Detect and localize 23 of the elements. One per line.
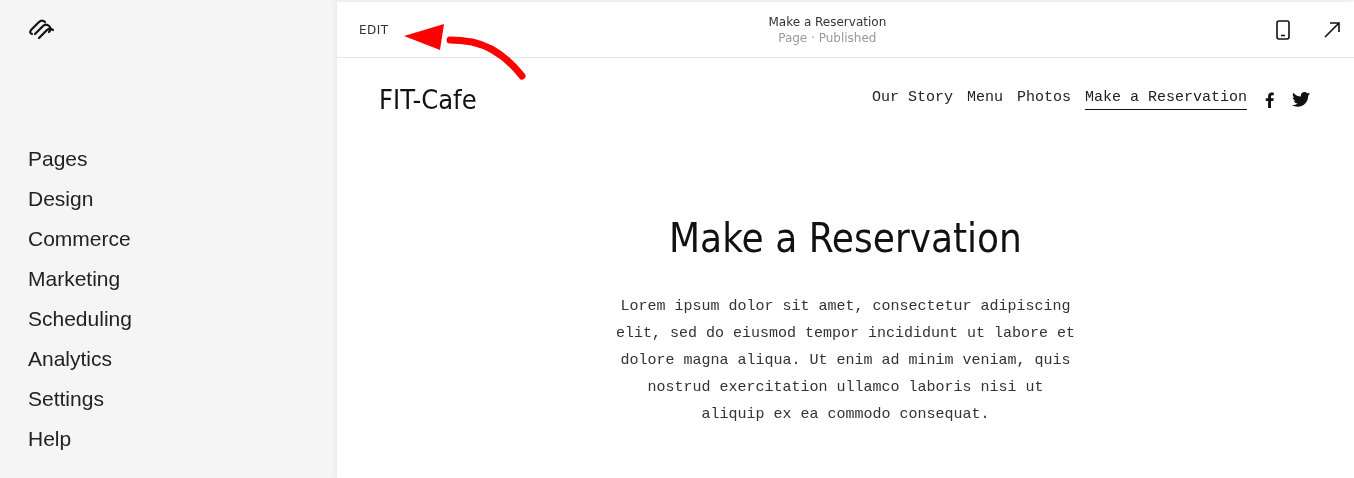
nav-link[interactable]: Photos: [1016, 89, 1071, 110]
nav-link[interactable]: Make a Reservation: [1084, 89, 1247, 110]
page-status: Page · Published: [778, 30, 877, 45]
page-heading: Make a Reservation: [668, 215, 1023, 261]
edit-button[interactable]: EDIT: [359, 22, 389, 37]
sidebar-item[interactable]: Scheduling: [28, 304, 132, 334]
sidebar-item[interactable]: Analytics: [28, 344, 113, 374]
sidebar-item[interactable]: Design: [28, 184, 94, 214]
page-title: Make a Reservation: [768, 14, 887, 29]
sidebar-item[interactable]: Commerce: [28, 224, 131, 254]
sidebar-item[interactable]: Marketing: [28, 264, 121, 294]
twitter-icon[interactable]: [1292, 92, 1310, 107]
nav-link[interactable]: Our Story: [871, 89, 953, 110]
sidebar-item[interactable]: Pages: [28, 144, 88, 174]
arrow-icon[interactable]: [1324, 21, 1340, 38]
sidebar-item[interactable]: Help: [28, 424, 72, 454]
sidebar-item[interactable]: Settings: [28, 384, 104, 414]
facebook-icon[interactable]: [1265, 91, 1274, 108]
body-text: Lorem ipsum dolor sit amet, consectetur adipiscing elit, sed do eiusmod tempor incididunt ut labore et dolore magna aliqua. Ut enim ad minim veniam, quis nostrud exercitation ullamco laboris nisi ut aliquip ex ea commodo consequat.: [615, 297, 1076, 425]
nav-link[interactable]: Menu: [966, 89, 1003, 110]
logo-icon[interactable]: [28, 18, 56, 40]
site-logo[interactable]: FIT-Cafe: [379, 84, 477, 115]
mobile-icon[interactable]: [1276, 19, 1290, 40]
